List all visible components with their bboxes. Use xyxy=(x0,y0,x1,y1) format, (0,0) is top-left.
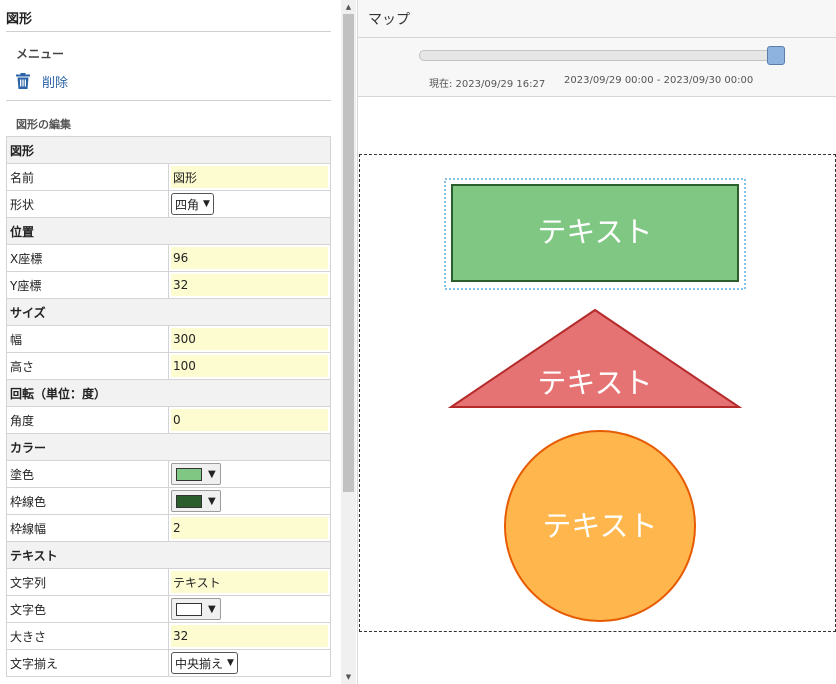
row-fill-color: 塗色 ▼ xyxy=(6,460,331,488)
row-x: X座標 xyxy=(6,244,331,272)
divider xyxy=(6,31,331,32)
row-name: 名前 xyxy=(6,163,331,191)
menu-label: メニュー xyxy=(16,47,65,61)
field-label: 文字色 xyxy=(6,595,169,623)
shape-triangle[interactable]: テキスト xyxy=(447,308,743,408)
text-string-input[interactable] xyxy=(171,571,328,593)
divider xyxy=(6,100,331,101)
height-input[interactable] xyxy=(171,355,328,377)
stroke-width-input[interactable] xyxy=(171,517,328,539)
color-swatch xyxy=(176,467,202,481)
row-text-align: 文字揃え 中央揃え ▼ xyxy=(6,649,331,677)
field-label: 大きさ xyxy=(6,622,169,650)
time-slider-handle[interactable] xyxy=(766,46,785,65)
section-header: サイズ xyxy=(6,298,331,326)
color-swatch xyxy=(176,494,202,508)
row-height: 高さ xyxy=(6,352,331,380)
edit-section-label: 図形の編集 xyxy=(16,118,71,131)
field-label: 形状 xyxy=(6,190,169,218)
scroll-up-icon[interactable]: ▲ xyxy=(341,0,356,14)
field-label: 枠線色 xyxy=(6,487,169,515)
row-y: Y座標 xyxy=(6,271,331,299)
panel-title: 図形 xyxy=(6,12,33,27)
field-label: 名前 xyxy=(6,163,169,191)
left-panel-scrollbar[interactable]: ▲ ▼ xyxy=(341,0,356,684)
shape-panel: 図形 メニュー 削除 図形の編集 図形 名前 形 xyxy=(0,0,341,684)
field-label: 角度 xyxy=(6,406,169,434)
field-label: 枠線幅 xyxy=(6,514,169,542)
row-font-size: 大きさ xyxy=(6,622,331,650)
field-label: Y座標 xyxy=(6,271,169,299)
caret-down-icon: ▼ xyxy=(208,603,216,615)
fill-color-picker[interactable]: ▼ xyxy=(171,463,221,485)
row-stroke-width: 枠線幅 xyxy=(6,514,331,542)
width-input[interactable] xyxy=(171,328,328,350)
map-header: マップ xyxy=(358,0,836,38)
circle-text: テキスト xyxy=(542,509,657,543)
selected-value: 中央揃え xyxy=(175,656,224,671)
row-stroke-color: 枠線色 ▼ xyxy=(6,487,331,515)
field-label: 文字列 xyxy=(6,568,169,596)
map-canvas[interactable]: テキスト テキスト テキスト xyxy=(359,154,836,632)
field-label: 幅 xyxy=(6,325,169,353)
map-title: マップ xyxy=(368,12,410,28)
field-label: 高さ xyxy=(6,352,169,380)
caret-down-icon: ▼ xyxy=(208,468,216,480)
section-header: 位置 xyxy=(6,217,331,245)
stroke-color-picker[interactable]: ▼ xyxy=(171,490,221,512)
row-angle: 角度 xyxy=(6,406,331,434)
row-text-string: 文字列 xyxy=(6,568,331,596)
section-shape: 図形 xyxy=(6,136,331,164)
row-shape-type: 形状 四角 ▼ xyxy=(6,190,331,218)
scroll-down-icon[interactable]: ▼ xyxy=(341,670,356,684)
rectangle-text: テキスト xyxy=(537,215,652,249)
text-color-picker[interactable]: ▼ xyxy=(171,598,221,620)
trash-icon xyxy=(16,73,30,89)
section-color: カラー xyxy=(6,433,331,461)
angle-input[interactable] xyxy=(171,409,328,431)
color-swatch xyxy=(176,602,202,616)
triangle-text: テキスト xyxy=(537,366,652,400)
section-size: サイズ xyxy=(6,298,331,326)
section-header: テキスト xyxy=(6,541,331,569)
caret-down-icon: ▼ xyxy=(208,495,216,507)
section-header: 図形 xyxy=(6,136,331,164)
shapes-layer: テキスト テキスト テキスト xyxy=(444,178,746,622)
shape-circle[interactable]: テキスト xyxy=(504,430,696,622)
text-align-select[interactable]: 中央揃え ▼ xyxy=(171,652,238,674)
shape-type-select[interactable]: 四角 ▼ xyxy=(171,193,214,215)
selected-value: 四角 xyxy=(175,197,200,212)
delete-label: 削除 xyxy=(42,75,69,91)
row-text-color: 文字色 ▼ xyxy=(6,595,331,623)
x-input[interactable] xyxy=(171,247,328,269)
time-controls: 現在: 2023/09/29 16:27 2023/09/29 00:00 - … xyxy=(358,38,836,97)
delete-button[interactable]: 削除 xyxy=(16,72,69,91)
time-slider-track[interactable] xyxy=(419,50,784,61)
y-input[interactable] xyxy=(171,274,328,296)
current-time: 現在: 2023/09/29 16:27 xyxy=(429,79,546,90)
field-label: 塗色 xyxy=(6,460,169,488)
field-label: X座標 xyxy=(6,244,169,272)
chevron-down-icon: ▼ xyxy=(203,199,210,209)
map-panel: マップ 現在: 2023/09/29 16:27 2023/09/29 00:0… xyxy=(357,0,836,684)
font-size-input[interactable] xyxy=(171,625,328,647)
time-range: 2023/09/29 00:00 - 2023/09/30 00:00 xyxy=(564,75,754,86)
properties-table: 図形 名前 形状 四角▼ 位置 X座標 Y座標 サイズ xyxy=(6,136,331,677)
field-label: 文字揃え xyxy=(6,649,169,677)
section-position: 位置 xyxy=(6,217,331,245)
row-width: 幅 xyxy=(6,325,331,353)
section-rotation: 回転（単位：度） xyxy=(6,379,331,407)
section-header: カラー xyxy=(6,433,331,461)
name-input[interactable] xyxy=(171,166,328,188)
section-text: テキスト xyxy=(6,541,331,569)
section-header: 回転（単位：度） xyxy=(6,379,331,407)
chevron-down-icon: ▼ xyxy=(227,658,234,668)
shape-rectangle[interactable]: テキスト xyxy=(444,178,746,290)
scrollbar-thumb[interactable] xyxy=(343,14,354,492)
app: 図形 メニュー 削除 図形の編集 図形 名前 形 xyxy=(0,0,836,684)
